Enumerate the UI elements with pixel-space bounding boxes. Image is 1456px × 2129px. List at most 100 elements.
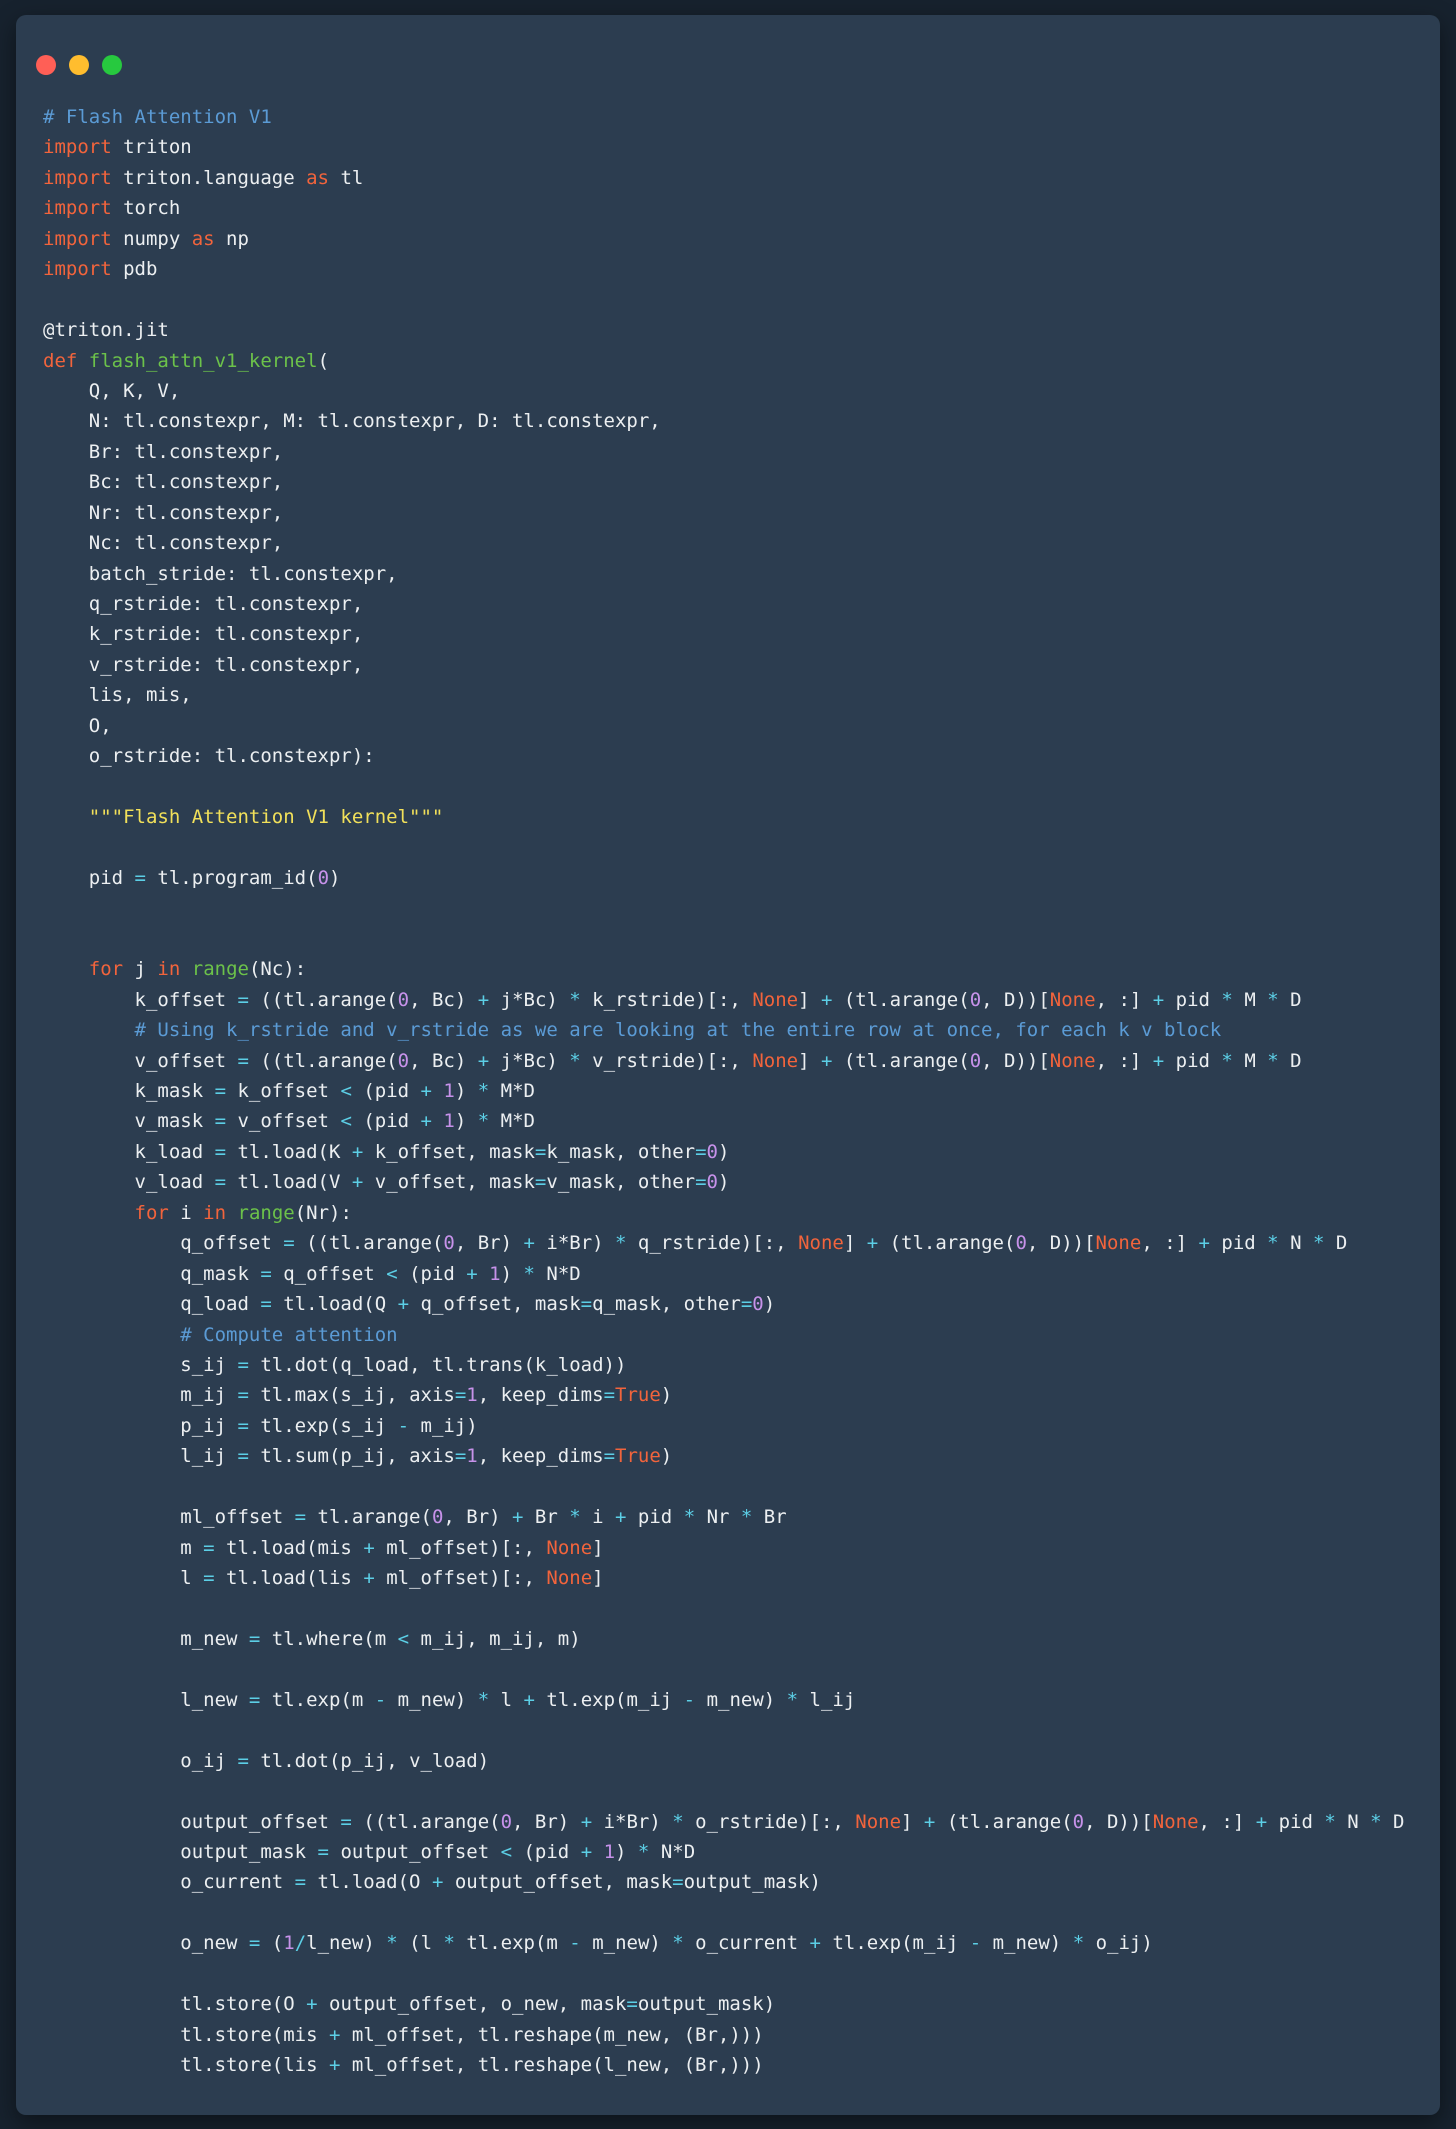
code-token: v_mask, other xyxy=(546,1171,695,1193)
code-token: v_offset xyxy=(43,1050,226,1072)
code-token: m_new) xyxy=(592,1932,661,1954)
code-token: + xyxy=(798,1932,832,1954)
code-token: , Br) xyxy=(512,1811,569,1833)
code-line: import triton.language as tl xyxy=(43,163,1405,193)
code-token: * xyxy=(432,1932,466,1954)
code-line xyxy=(43,285,1405,315)
code-token: True xyxy=(615,1445,661,1467)
code-token: tl.where(m xyxy=(272,1628,386,1650)
code-token xyxy=(43,1019,135,1041)
code-token: + xyxy=(340,1141,374,1163)
code-token: ) xyxy=(661,1445,672,1467)
code-token: pid xyxy=(1221,1232,1255,1254)
code-token: < xyxy=(375,1263,409,1285)
maximize-dot-icon[interactable] xyxy=(102,55,122,75)
code-line: # Flash Attention V1 xyxy=(43,102,1405,132)
code-line: tl.store(lis + ml_offset, tl.reshape(l_n… xyxy=(43,2050,1405,2080)
code-line: Nc: tl.constexpr, xyxy=(43,528,1405,558)
code-token: + xyxy=(810,1050,844,1072)
code-token: 0 xyxy=(970,1050,981,1072)
code-token: = xyxy=(226,1445,260,1467)
code-token: N: tl.constexpr, M: tl.constexpr, D: tl.… xyxy=(43,410,661,432)
code-token: True xyxy=(615,1384,661,1406)
code-token xyxy=(180,958,191,980)
code-line: v_rstride: tl.constexpr, xyxy=(43,650,1405,680)
code-token: = xyxy=(237,1932,271,1954)
code-line xyxy=(43,1593,1405,1623)
code-line: pid = tl.program_id(0) xyxy=(43,863,1405,893)
code-token: * xyxy=(375,1932,409,1954)
code-token: m_new) xyxy=(398,1689,467,1711)
minimize-dot-icon[interactable] xyxy=(69,55,89,75)
code-line: def flash_attn_v1_kernel( xyxy=(43,346,1405,376)
code-token: + xyxy=(604,1506,638,1528)
code-token: - xyxy=(558,1932,592,1954)
code-token: , :] xyxy=(1199,1811,1245,1833)
code-token: < xyxy=(329,1110,363,1132)
code-token: ( xyxy=(318,350,329,372)
code-token: (Nr): xyxy=(295,1202,352,1224)
code-token: flash_attn_v1_kernel xyxy=(89,350,318,372)
code-token: l_new xyxy=(43,1689,237,1711)
code-token: ] xyxy=(844,1232,855,1254)
code-token: None xyxy=(798,1232,844,1254)
code-token: # Flash Attention V1 xyxy=(43,106,272,128)
code-token: # Using k_rstride and v_rstride as we ar… xyxy=(135,1019,1222,1041)
code-token: o_current xyxy=(695,1932,798,1954)
code-token: N*D xyxy=(661,1841,695,1863)
code-token: + xyxy=(318,2054,352,2076)
code-line: l_new = tl.exp(m - m_new) * l + tl.exp(m… xyxy=(43,1685,1405,1715)
code-token: triton.language xyxy=(112,167,306,189)
code-token: = xyxy=(604,1445,615,1467)
code-token: , D))[ xyxy=(981,989,1050,1011)
code-token: + xyxy=(512,1689,546,1711)
code-token: (tl.arange( xyxy=(947,1811,1073,1833)
code-token: tl.exp(m_ij xyxy=(832,1932,958,1954)
code-token: output_offset xyxy=(43,1811,329,1833)
code-token: = xyxy=(226,1415,260,1437)
code-line: k_rstride: tl.constexpr, xyxy=(43,619,1405,649)
code-token: Nc: tl.constexpr, xyxy=(43,532,283,554)
code-token: ] xyxy=(592,1537,603,1559)
code-line: N: tl.constexpr, M: tl.constexpr, D: tl.… xyxy=(43,406,1405,436)
code-token: tl.dot(p_ij, v_load) xyxy=(260,1750,489,1772)
code-token: D xyxy=(1290,989,1301,1011)
code-token: + xyxy=(569,1811,603,1833)
code-token: output_offset, o_new, mask xyxy=(329,1993,626,2015)
code-token: v_rstride)[:, xyxy=(592,1050,752,1072)
code-token: m_new) xyxy=(993,1932,1062,1954)
code-token: l_new) xyxy=(306,1932,375,1954)
code-line: @triton.jit xyxy=(43,315,1405,345)
code-token: v_rstride: tl.constexpr, xyxy=(43,654,363,676)
code-token: + xyxy=(386,1293,420,1315)
code-token: + xyxy=(352,1537,386,1559)
code-token: 1 xyxy=(443,1110,454,1132)
close-dot-icon[interactable] xyxy=(36,55,56,75)
code-token: M*D xyxy=(501,1110,535,1132)
code-token: Br xyxy=(764,1506,787,1528)
code-token: None xyxy=(546,1537,592,1559)
code-token: range xyxy=(192,958,249,980)
code-line xyxy=(43,833,1405,863)
code-token: = xyxy=(272,1232,306,1254)
code-token: , D))[ xyxy=(981,1050,1050,1072)
code-token: + xyxy=(340,1171,374,1193)
code-token: output_mask xyxy=(43,1841,306,1863)
code-token: = xyxy=(249,1263,283,1285)
code-token: o_current xyxy=(43,1871,283,1893)
code-token: k_offset xyxy=(237,1080,329,1102)
code-token: tl.exp(s_ij xyxy=(260,1415,386,1437)
code-token: + xyxy=(295,1993,329,2015)
code-line: o_rstride: tl.constexpr): xyxy=(43,741,1405,771)
code-token: ) xyxy=(329,867,340,889)
code-token: < xyxy=(489,1841,523,1863)
code-token: v_offset xyxy=(237,1110,329,1132)
code-token: + xyxy=(912,1811,946,1833)
code-token: batch_stride: tl.constexpr, xyxy=(43,563,398,585)
code-token: m_ij, m_ij, m) xyxy=(421,1628,581,1650)
code-token: * xyxy=(466,1689,500,1711)
code-token: j*Bc) xyxy=(501,989,558,1011)
code-line: k_load = tl.load(K + k_offset, mask=k_ma… xyxy=(43,1137,1405,1167)
code-token: 0 xyxy=(318,867,329,889)
code-token: v_load xyxy=(43,1171,203,1193)
